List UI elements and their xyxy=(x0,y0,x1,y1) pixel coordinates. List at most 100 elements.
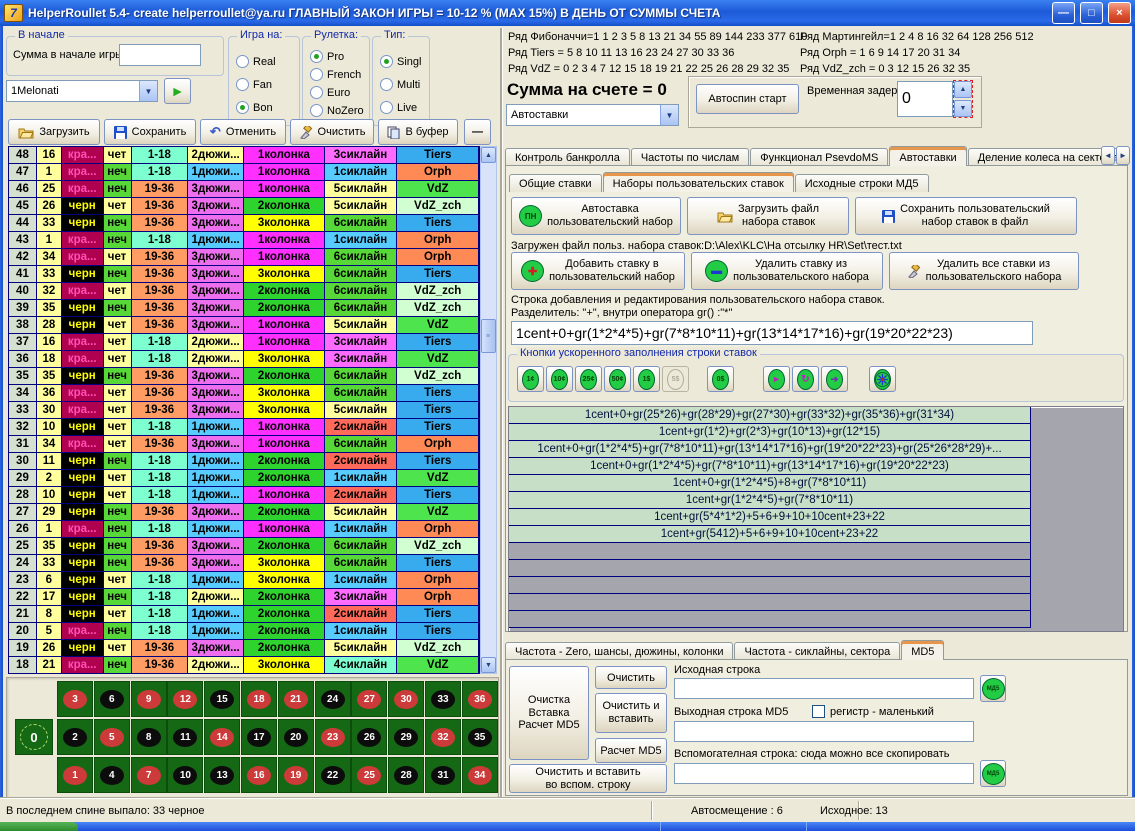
history-row[interactable]: 2433черннеч19-363дюжи...3колонка6сиклайн… xyxy=(9,555,479,572)
roulette-cell-33[interactable]: 33 xyxy=(425,681,461,717)
scroll-up-icon[interactable]: ▲ xyxy=(481,147,496,163)
tab-main-2[interactable]: Частоты по числам xyxy=(631,148,749,166)
radio-french[interactable]: French xyxy=(310,68,361,81)
roulette-cell-2[interactable]: 2 xyxy=(57,719,93,755)
collapse-button[interactable]: — xyxy=(464,119,491,145)
history-row[interactable]: 2810чернчет1-181дюжи...1колонка2сиклайнT… xyxy=(9,487,479,504)
md5-calc-aux-button[interactable]: МД5 xyxy=(980,760,1006,787)
add-bet-button[interactable]: ✚ Добавить ставку в пользовательский наб… xyxy=(511,252,685,290)
history-row[interactable]: 4032кра...чет19-363дюжи...2колонка6сикла… xyxy=(9,283,479,300)
tab-bottom-3[interactable]: MD5 xyxy=(901,640,944,660)
bet-string-row[interactable]: 1cent+0+gr(1*2*4*5)+gr(7*8*10*11)+gr(13*… xyxy=(509,458,1031,475)
undo-button[interactable]: ↶ Отменить xyxy=(200,119,286,145)
roulette-cell-15[interactable]: 15 xyxy=(204,681,240,717)
roulette-cell-35[interactable]: 35 xyxy=(462,719,498,755)
roulette-cell-14[interactable]: 14 xyxy=(204,719,240,755)
close-button[interactable]: × xyxy=(1108,2,1131,24)
md5-source-input[interactable] xyxy=(674,678,974,699)
tab-sub-3[interactable]: Исходные строки МД5 xyxy=(795,174,929,192)
chevron-down-icon[interactable]: ▼ xyxy=(660,105,678,125)
bet-string-empty-row[interactable] xyxy=(509,543,1031,560)
copy-to-buffer-button[interactable]: В буфер xyxy=(378,119,458,145)
quick-special-button[interactable] xyxy=(869,366,896,392)
history-row[interactable]: 292чернчет1-181дюжи...2колонка1сиклайнVd… xyxy=(9,470,479,487)
radio-nozero[interactable]: NoZero xyxy=(310,104,364,117)
autostavka-set-button[interactable]: ПН Автоставка пользовательский набор xyxy=(511,197,681,235)
tab-main-4[interactable]: Автоставки xyxy=(889,146,966,166)
coin-button-1$[interactable]: 1$ xyxy=(633,366,660,392)
bet-string-empty-row[interactable] xyxy=(509,611,1031,628)
save-set-file-button[interactable]: Сохранить пользовательский набор ставок … xyxy=(855,197,1077,235)
roulette-cell-6[interactable]: 6 xyxy=(94,681,130,717)
delay-spinner[interactable]: ▲ ▼ xyxy=(954,81,972,117)
roulette-cell-26[interactable]: 26 xyxy=(351,719,387,755)
lowercase-checkbox[interactable] xyxy=(812,705,825,718)
md5-calc-button[interactable]: Расчет MD5 xyxy=(595,738,667,763)
roulette-cell-4[interactable]: 4 xyxy=(94,757,130,793)
history-row[interactable]: 3618кра...чет1-182дюжи...3колонка3сиклай… xyxy=(9,351,479,368)
scrollbar-thumb[interactable]: ≡ xyxy=(481,319,496,353)
roulette-cell-0[interactable]: 0 xyxy=(15,719,53,755)
radio-live[interactable]: Live xyxy=(380,101,417,114)
bet-string-row[interactable]: 1cent+gr(1*2*4*5)+gr(7*8*10*11) xyxy=(509,492,1031,509)
bet-string-row[interactable]: 1cent+0+gr(1*2*4*5)+8+gr(7*8*10*11) xyxy=(509,475,1031,492)
roulette-cell-19[interactable]: 19 xyxy=(278,757,314,793)
roulette-cell-17[interactable]: 17 xyxy=(241,719,277,755)
md5-clear-paste-aux-button[interactable]: Очистить и вставить во вспом. строку xyxy=(509,764,667,793)
history-row[interactable]: 4526чернчет19-363дюжи...2колонка5сиклайн… xyxy=(9,198,479,215)
roulette-cell-31[interactable]: 31 xyxy=(425,757,461,793)
roulette-cell-25[interactable]: 25 xyxy=(351,757,387,793)
radio-fan[interactable]: Fan xyxy=(236,78,272,91)
minimize-button[interactable]: — xyxy=(1052,2,1075,24)
history-row[interactable]: 1821кра...неч19-362дюжи...3колонка4сикла… xyxy=(9,657,479,674)
history-row[interactable]: 3716кра...чет1-182дюжи...1колонка3сиклай… xyxy=(9,334,479,351)
mode-combobox[interactable]: Автоставки ▼ xyxy=(506,104,679,126)
history-row[interactable]: 3436кра...чет19-363дюжи...3колонка6сикла… xyxy=(9,385,479,402)
system-combobox[interactable]: 1Melonati ▼ xyxy=(6,80,158,102)
tab-sub-2[interactable]: Наборы пользовательских ставок xyxy=(603,172,794,192)
roulette-cell-23[interactable]: 23 xyxy=(315,719,351,755)
tabs-scroll-right-button[interactable]: ► xyxy=(1116,146,1130,165)
roulette-cell-9[interactable]: 9 xyxy=(131,681,167,717)
history-row[interactable]: 3535черннеч19-363дюжи...2колонка6сиклайн… xyxy=(9,368,479,385)
radio-euro[interactable]: Euro xyxy=(310,86,350,99)
roulette-cell-11[interactable]: 11 xyxy=(167,719,203,755)
radio-pro[interactable]: Pro xyxy=(310,50,344,63)
roulette-cell-22[interactable]: 22 xyxy=(315,757,351,793)
history-row[interactable]: 218чернчет1-181дюжи...2колонка2сиклайнTi… xyxy=(9,606,479,623)
tabs-scroll-left-button[interactable]: ◄ xyxy=(1101,146,1115,165)
radio-bon[interactable]: Bon xyxy=(236,101,273,114)
coin-button-25¢[interactable]: 25¢ xyxy=(575,366,602,392)
tab-sub-1[interactable]: Общие ставки xyxy=(509,174,602,192)
clear-button[interactable]: Очистить xyxy=(290,119,374,145)
roulette-cell-34[interactable]: 34 xyxy=(462,757,498,793)
history-row[interactable]: 236чернчет1-181дюжи...3колонка1сиклайнOr… xyxy=(9,572,479,589)
tab-bottom-1[interactable]: Частота - Zero, шансы, дюжины, колонки xyxy=(505,642,733,660)
save-button[interactable]: Сохранить xyxy=(104,119,196,145)
roulette-cell-28[interactable]: 28 xyxy=(388,757,424,793)
roulette-cell-3[interactable]: 3 xyxy=(57,681,93,717)
roulette-cell-12[interactable]: 12 xyxy=(167,681,203,717)
roulette-cell-18[interactable]: 18 xyxy=(241,681,277,717)
history-row[interactable]: 1926чернчет19-363дюжи...2колонка5сиклайн… xyxy=(9,640,479,657)
bet-string-row[interactable]: 1cent+0+gr(1*2*4*5)+gr(7*8*10*11)+gr(13*… xyxy=(509,441,1031,458)
radio-multi[interactable]: Multi xyxy=(380,78,420,91)
load-set-file-button[interactable]: Загрузить файл набора ставок xyxy=(687,197,849,235)
history-row[interactable]: 3828чернчет19-363дюжи...1колонка5сиклайн… xyxy=(9,317,479,334)
roulette-cell-36[interactable]: 36 xyxy=(462,681,498,717)
tab-main-3[interactable]: Функционал PsevdoMS xyxy=(750,148,888,166)
bet-string-input[interactable]: 1cent+0+gr(1*2*4*5)+gr(7*8*10*11)+gr(13*… xyxy=(511,321,1033,345)
history-scrollbar[interactable]: ▲ ≡ ▼ xyxy=(480,146,497,674)
md5-clear-paste-button[interactable]: Очистить и вставить xyxy=(595,693,667,733)
roulette-cell-7[interactable]: 7 xyxy=(131,757,167,793)
history-row[interactable]: 4625кра...неч19-363дюжи...1колонка5сикла… xyxy=(9,181,479,198)
bet-string-empty-row[interactable] xyxy=(509,594,1031,611)
start-button-fragment[interactable] xyxy=(0,822,78,831)
md5-clear-button[interactable]: Очистить xyxy=(595,666,667,689)
roulette-cell-16[interactable]: 16 xyxy=(241,757,277,793)
history-row[interactable]: 3210чернчет1-181дюжи...1колонка2сиклайнT… xyxy=(9,419,479,436)
md5-calc-source-button[interactable]: МД5 xyxy=(980,675,1006,702)
quick-repeat-button[interactable]: ↻ xyxy=(792,366,819,392)
roulette-cell-27[interactable]: 27 xyxy=(351,681,387,717)
bet-string-row[interactable]: 1cent+0+gr(25*26)+gr(28*29)+gr(27*30)+gr… xyxy=(509,407,1031,424)
